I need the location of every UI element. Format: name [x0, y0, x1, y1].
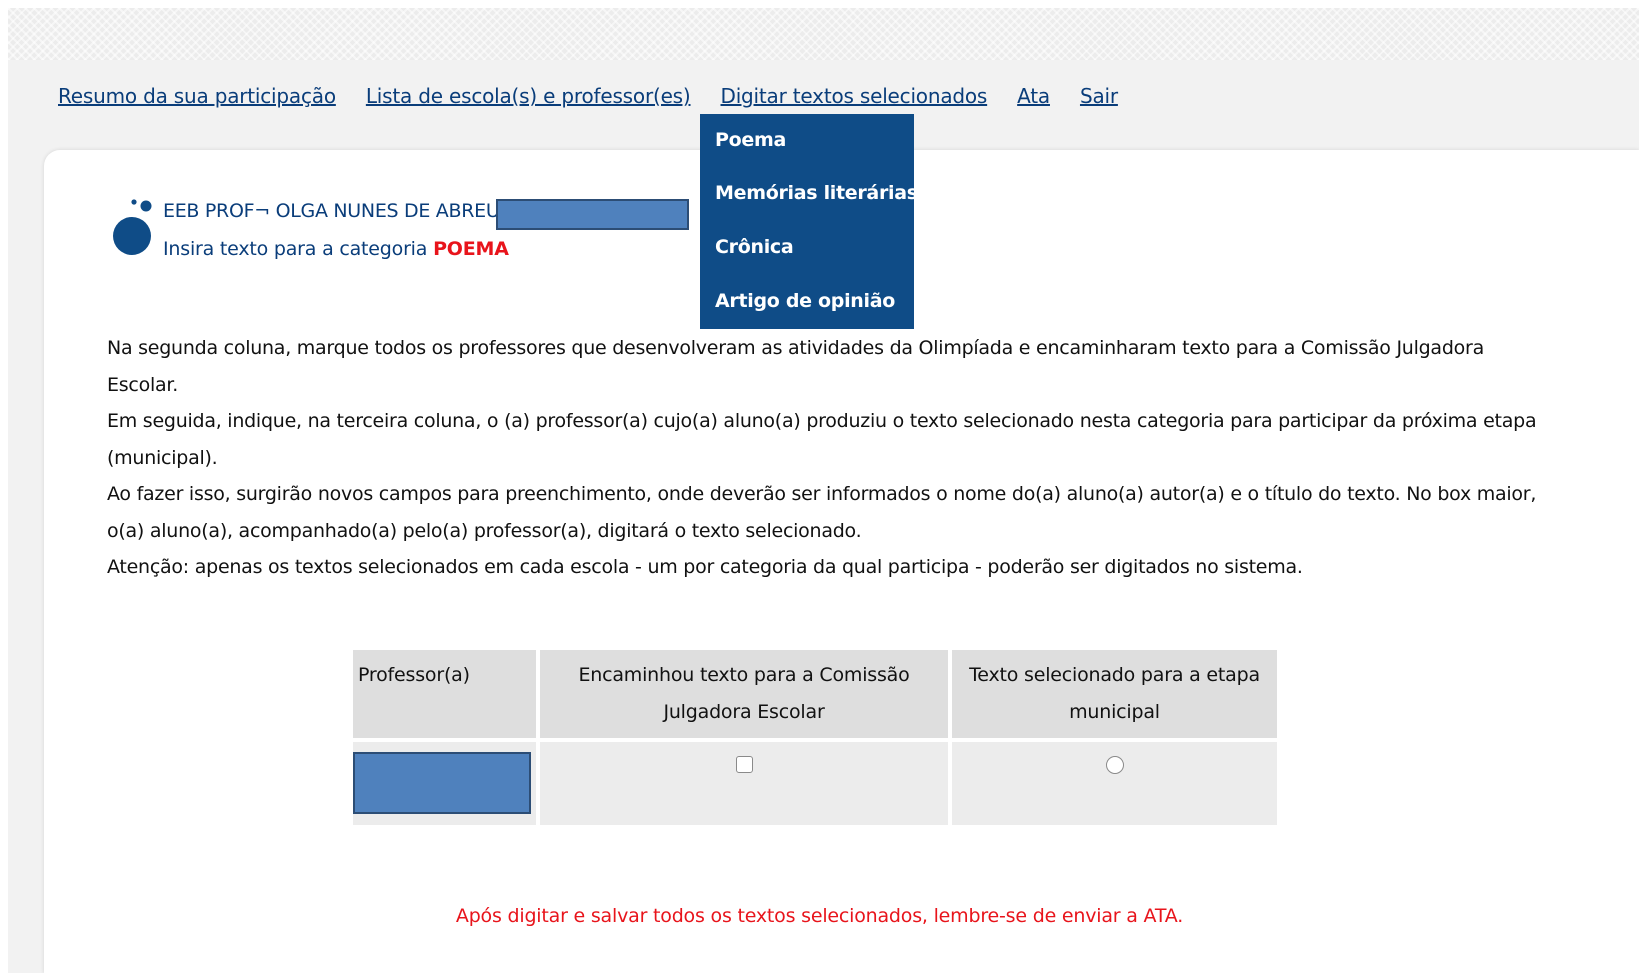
header-professor: Professor(a) [353, 650, 536, 738]
bubbles-logo-icon [113, 199, 152, 255]
digitar-textos-dropdown: Poema Memórias literárias Crônica Artigo… [700, 114, 918, 329]
selecionado-radio[interactable] [1105, 756, 1124, 774]
teachers-table: Professor(a) Encaminhou texto para a Com… [349, 646, 1281, 829]
ata-reminder: Após digitar e salvar todos os textos se… [455, 905, 1184, 927]
instruction-paragraph: Em seguida, indique, na terceira coluna,… [107, 410, 1537, 469]
top-banner [8, 8, 1639, 60]
redacted-teacher-name [353, 752, 531, 814]
cell-encaminhou [540, 742, 948, 825]
instructions: Na segunda coluna, marque todos os profe… [107, 330, 1557, 586]
category-line: Insira texto para a categoria POEMA [163, 238, 509, 260]
table-header-row: Professor(a) Encaminhou texto para a Com… [353, 650, 1277, 738]
nav-link-resumo[interactable]: Resumo da sua participação [58, 84, 336, 114]
dropdown-item-memorias[interactable]: Memórias literárias [700, 166, 918, 220]
nav-link-ata[interactable]: Ata [1017, 84, 1050, 114]
category-prefix: Insira texto para a categoria [163, 238, 428, 260]
category-name: POEMA [433, 238, 509, 260]
cell-selecionado [952, 742, 1277, 825]
nav-link-lista-escolas[interactable]: Lista de escola(s) e professor(es) [366, 84, 691, 114]
nav-link-sair[interactable]: Sair [1080, 84, 1118, 114]
table-row [353, 742, 1277, 825]
encaminhou-checkbox[interactable] [735, 756, 753, 773]
main-nav: Resumo da sua participação Lista de esco… [58, 84, 1148, 114]
redacted-school-info [496, 199, 689, 230]
dropdown-item-artigo[interactable]: Artigo de opinião [700, 274, 914, 328]
dropdown-item-cronica[interactable]: Crônica [700, 220, 914, 274]
school-name: EEB PROF¬ OLGA NUNES DE ABREU - [163, 200, 512, 222]
nav-link-digitar-textos[interactable]: Digitar textos selecionados [721, 84, 988, 114]
instruction-paragraph: Ao fazer isso, surgirão novos campos par… [107, 483, 1537, 542]
header-selecionado: Texto selecionado para a etapa municipal [952, 650, 1277, 738]
dropdown-item-poema[interactable]: Poema [700, 114, 914, 166]
instruction-paragraph: Na segunda coluna, marque todos os profe… [107, 337, 1484, 396]
header-encaminhou: Encaminhou texto para a Comissão Julgado… [540, 650, 948, 738]
cell-professor [353, 742, 536, 825]
instruction-paragraph: Atenção: apenas os textos selecionados e… [107, 556, 1303, 578]
